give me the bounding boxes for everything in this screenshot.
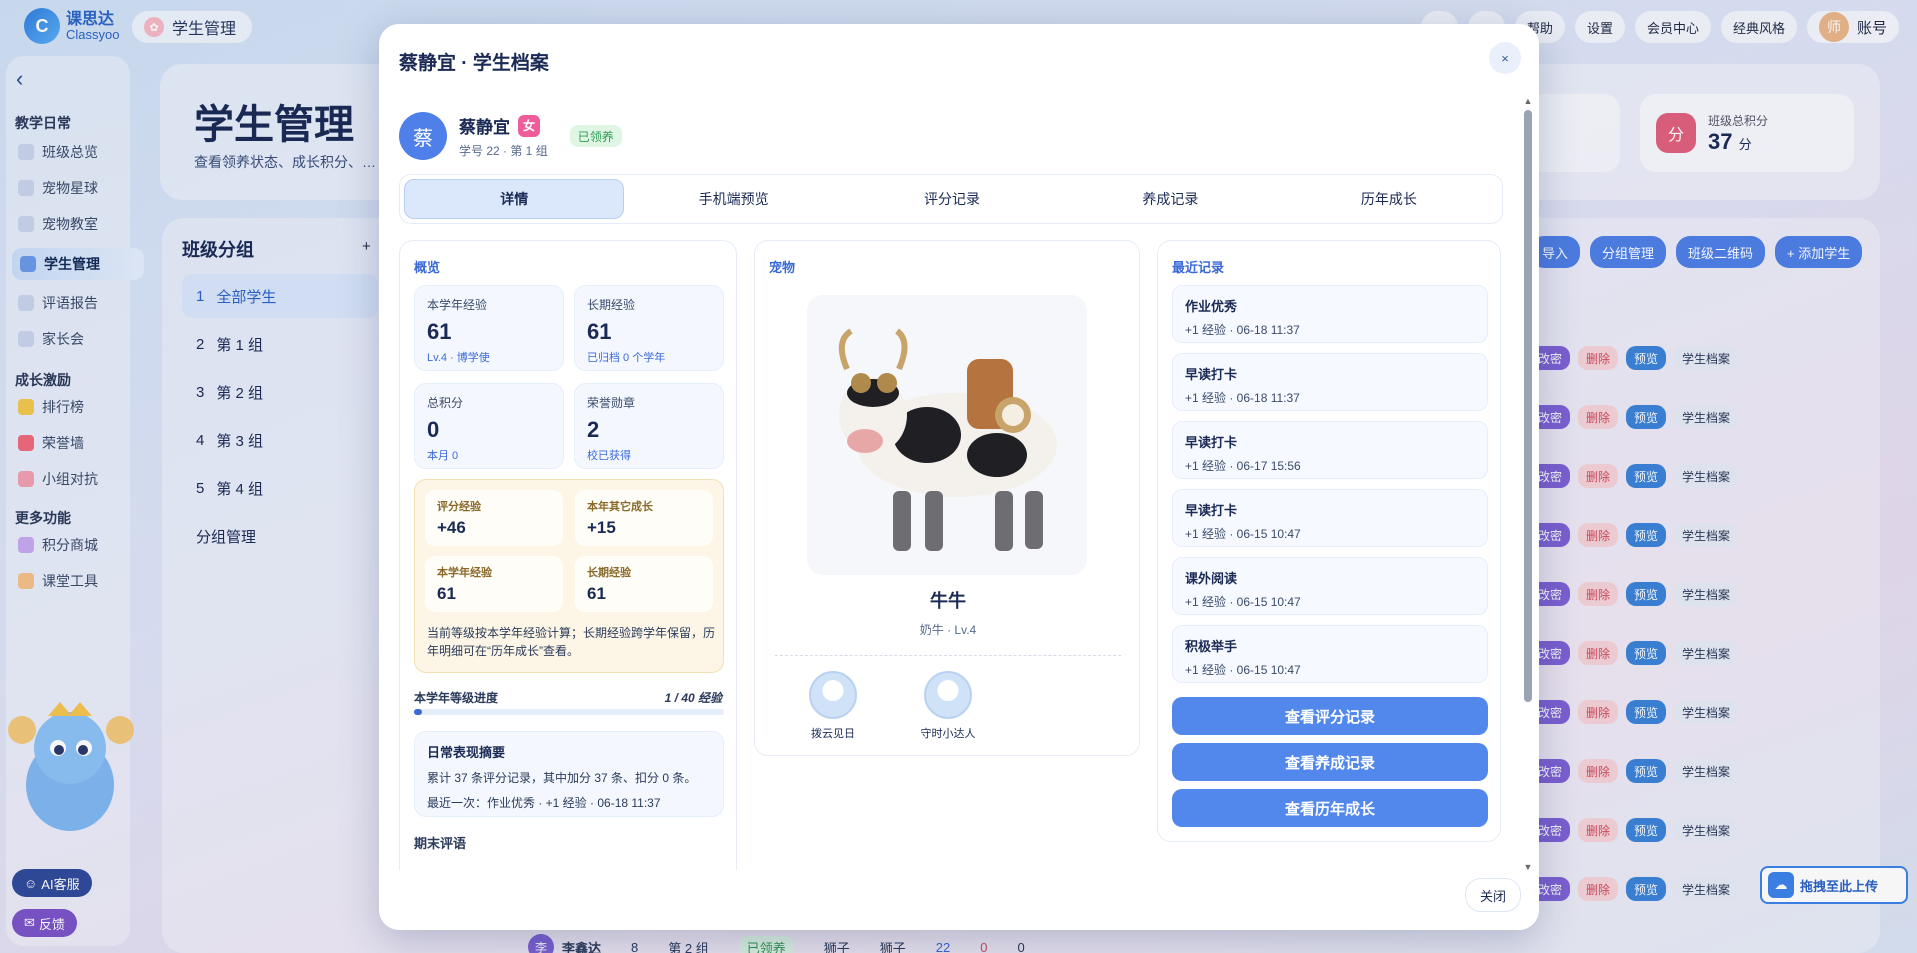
scroll-down-icon[interactable]: ▼: [1523, 862, 1533, 872]
exp-year: 本学年经验 61: [425, 556, 563, 612]
list-item[interactable]: 早读打卡 +1 经验 · 06-18 11:37: [1172, 353, 1488, 411]
pet-name: 牛牛: [930, 591, 966, 611]
recent-records-panel: 最近记录 作业优秀 +1 经验 · 06-18 11:37 早读打卡 +1 经验 ·…: [1157, 240, 1501, 842]
pet-title: 宠物: [769, 260, 796, 275]
level-progress-fill: [414, 709, 422, 715]
tab-mobile-preview[interactable]: 手机端预览: [624, 179, 842, 219]
close-icon[interactable]: ×: [1489, 42, 1521, 74]
list-item[interactable]: 作业优秀 +1 经验 · 06-18 11:37: [1172, 285, 1488, 343]
student-meta: 学号 22 · 第 1 组: [459, 144, 548, 158]
level-progress-label: 本学年等级进度: [414, 691, 499, 705]
list-item[interactable]: 积极举手 +1 经验 · 06-15 10:47: [1172, 625, 1488, 683]
divider: [775, 655, 1121, 656]
exp-other: 本年其它成长 +15: [575, 490, 713, 546]
exp-note: 当前等级按本学年经验计算；长期经验跨学年保留，历年明细可在“历年成长”查看。: [427, 626, 716, 658]
level-progress-text: 1 / 40 经验: [664, 691, 722, 705]
scroll-up-icon[interactable]: ▲: [1523, 96, 1533, 106]
modal-title: 蔡静宜 · 学生档案: [399, 53, 549, 74]
final-comment-title: 期末评语: [414, 836, 467, 851]
daily-summary-card: 日常表现摘要 累计 37 条评分记录，其中加分 37 条、扣分 0 条。 最近一…: [414, 731, 724, 817]
kpi-total-points: 总积分 0 本月 0: [414, 383, 564, 469]
student-profile-modal: 蔡静宜 · 学生档案 × 蔡 蔡静宜女 学号 22 · 第 1 组 已领养 详情…: [379, 24, 1539, 930]
view-growth-records-button[interactable]: 查看养成记录: [1172, 743, 1488, 781]
modal-scrollbar[interactable]: ▲ ▼: [1523, 96, 1533, 872]
list-item[interactable]: 课外阅读 +1 经验 · 06-15 10:47: [1172, 557, 1488, 615]
status-badge: 已领养: [569, 125, 622, 147]
recent-records-title: 最近记录: [1172, 260, 1225, 275]
gender-badge: 女: [518, 114, 540, 137]
tab-score-records[interactable]: 评分记录: [843, 179, 1061, 219]
view-score-records-button[interactable]: 查看评分记录: [1172, 697, 1488, 735]
overview-panel: 概览 本学年经验 61 Lv.4 · 博学使 长期经验 61 已归档 0 个学年…: [399, 240, 737, 870]
avatar: 蔡: [399, 112, 447, 160]
close-button[interactable]: 关闭: [1465, 878, 1521, 912]
kpi-longterm-exp: 长期经验 61 已归档 0 个学年: [574, 285, 724, 371]
exp-score: 评分经验 +46: [425, 490, 563, 546]
exp-breakdown-card: 评分经验 +46 本年其它成长 +15 本学年经验 61 长期经验 61 当前等级按本学…: [414, 479, 724, 673]
student-header: 蔡 蔡静宜女 学号 22 · 第 1 组 已领养: [399, 112, 622, 160]
view-yearly-growth-button[interactable]: 查看历年成长: [1172, 789, 1488, 827]
tab-growth-records[interactable]: 养成记录: [1061, 179, 1279, 219]
student-name: 蔡静宜: [459, 118, 510, 137]
kpi-honor-medals: 荣誉勋章 2 校已获得: [574, 383, 724, 469]
scroll-thumb[interactable]: [1524, 110, 1532, 702]
pet-species-level: 奶牛 · Lv.4: [919, 623, 977, 637]
list-item[interactable]: 早读打卡 +1 经验 · 06-17 15:56: [1172, 421, 1488, 479]
tab-yearly-growth[interactable]: 历年成长: [1280, 179, 1498, 219]
overview-title: 概览: [414, 260, 441, 275]
tab-details[interactable]: 详情: [404, 179, 625, 219]
pet-panel: 宠物 牛牛 奶牛 · Lv.4 拨云见日 守时小达人: [754, 240, 1140, 756]
badge-clear-sky[interactable]: 拨云见日: [788, 671, 878, 741]
kpi-year-exp: 本学年经验 61 Lv.4 · 博学使: [414, 285, 564, 371]
exp-longterm: 长期经验 61: [575, 556, 713, 612]
profile-tabs: 详情 手机端预览 评分记录 养成记录 历年成长: [399, 174, 1503, 224]
pet-cow-image: [807, 295, 1087, 575]
level-progress-bar: [414, 709, 724, 715]
clock-medal-icon: [924, 671, 972, 719]
list-item[interactable]: 早读打卡 +1 经验 · 06-15 10:47: [1172, 489, 1488, 547]
badge-punctual[interactable]: 守时小达人: [903, 671, 993, 741]
medal-icon: [809, 671, 857, 719]
